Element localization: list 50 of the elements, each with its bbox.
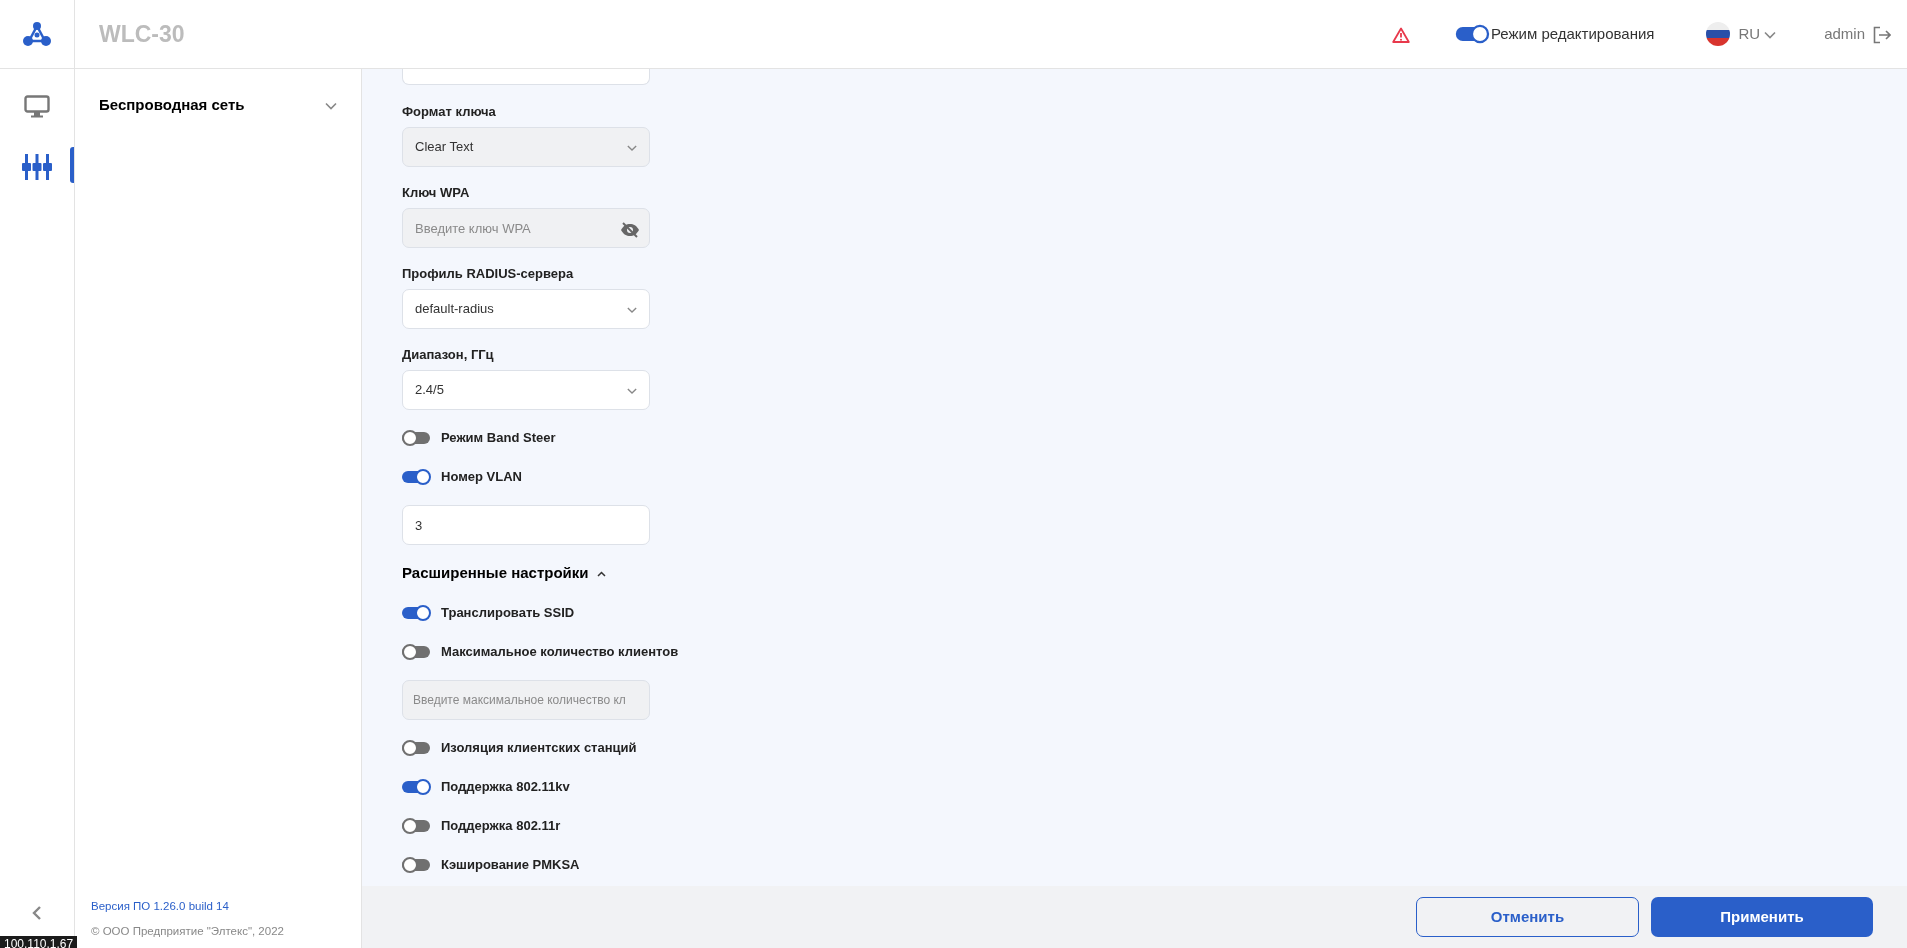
app-title: WLC-30 [99,19,185,49]
warning-icon[interactable] [1392,26,1410,43]
status-url: 100.110.1.67 [0,936,78,948]
chevron-down-icon [1764,30,1777,39]
text-field[interactable] [402,69,650,85]
chevron-icon [596,570,606,577]
toggle-switch[interactable] [402,857,431,873]
logo-icon[interactable] [23,21,51,47]
collapse-icon[interactable] [32,904,42,921]
toggle-label: Режим редактирования [1491,23,1655,44]
chevron-down-icon [627,386,637,395]
toggle-switch[interactable] [402,818,431,834]
chevron-icon [325,102,337,111]
eye-slash-icon[interactable] [620,221,640,238]
sliders-icon [22,154,52,180]
toggle-label: Поддержка 802.11kv [441,778,570,797]
section-header[interactable]: Расширенные настройки [402,562,606,584]
toggle-label: Режим Band Steer [441,429,556,448]
toggle-switch[interactable] [402,740,431,756]
field-label: Ключ WPA [402,184,471,202]
toggle-switch[interactable] [402,469,431,485]
flag-icon[interactable] [1706,22,1731,47]
toggle-label: Изоляция клиентских станций [441,739,637,758]
field-label: Профиль RADIUS-сервера [402,265,575,283]
select-field[interactable]: default-radius [402,289,650,329]
text-field[interactable]: 3 [402,505,650,545]
toggle-label: Номер VLAN [441,468,522,487]
select-field[interactable]: 2.4/5 [402,370,650,410]
toggle-label: Максимальное количество клиентов [441,643,679,662]
toggle-label: Поддержка 802.11r [441,817,561,836]
logout-icon[interactable] [1873,25,1891,44]
copyright-text: © ООО Предприятие "Элтекс", 2022 [91,923,285,939]
menu-item[interactable]: Беспроводная сеть [99,93,337,118]
version-link[interactable]: Версия ПО 1.26.0 build 14 [91,897,345,915]
language-dropdown[interactable]: RU [1738,22,1777,46]
field-label: Формат ключа [402,103,497,121]
toggle-switch[interactable] [402,644,431,660]
cancel-button[interactable]: Отменить [1416,897,1639,938]
toggle-label: Кэширование PMKSA [441,856,580,875]
toggle-switch[interactable] [402,430,431,446]
user-name: admin [1824,23,1865,44]
toggle-label: Транслировать SSID [441,604,575,623]
field-label: Диапазон, ГГц [402,346,495,364]
chevron-down-icon [627,305,637,314]
toggle-switch[interactable] [402,605,431,621]
toggle-switch[interactable] [1455,24,1490,44]
apply-button[interactable]: Применить [1651,897,1873,938]
monitor-icon [24,95,50,119]
chevron-down-icon [627,143,637,152]
toggle-switch[interactable] [402,779,431,795]
